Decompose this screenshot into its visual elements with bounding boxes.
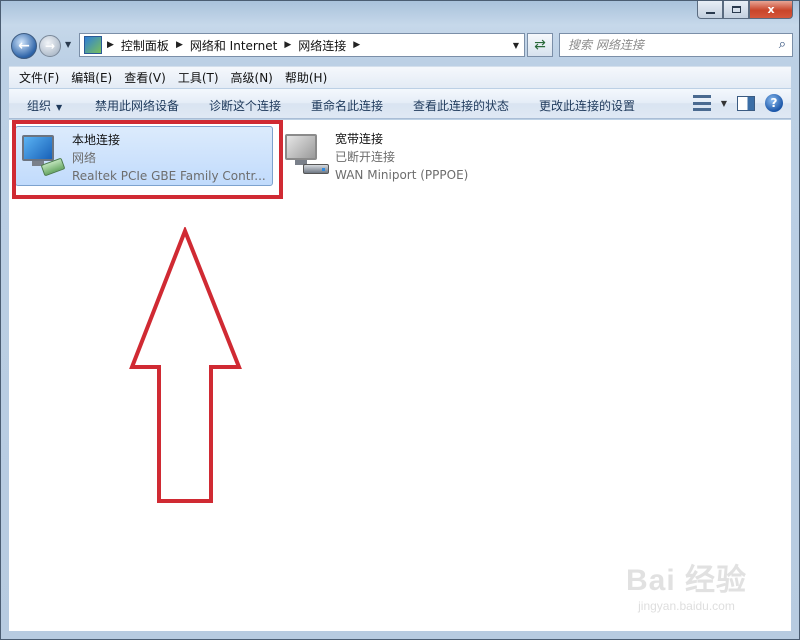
connection-item-broadband[interactable]: 宽带连接 已断开连接 WAN Miniport (PPPOE) (279, 126, 499, 186)
breadcrumb-control-panel[interactable]: 控制面板 (121, 37, 169, 54)
breadcrumb-network-connections[interactable]: 网络连接 (298, 37, 346, 54)
preview-pane-icon[interactable] (737, 95, 755, 111)
annotation-arrow-icon (129, 227, 242, 503)
minimize-icon (705, 11, 715, 14)
menu-bar: 文件(F) 编辑(E) 查看(V) 工具(T) 高级(N) 帮助(H) (9, 66, 791, 88)
chevron-right-icon[interactable]: ▶ (107, 40, 114, 50)
menu-help[interactable]: 帮助(H) (279, 69, 333, 86)
close-icon: x (767, 3, 775, 16)
modem-icon (303, 164, 329, 174)
search-icon[interactable]: ⌕ (779, 37, 786, 52)
caption-buttons: x (697, 1, 793, 19)
chevron-right-icon[interactable]: ▶ (284, 40, 291, 50)
menu-view[interactable]: 查看(V) (118, 69, 172, 86)
view-controls: ▼ ? (692, 94, 783, 112)
search-input[interactable] (568, 38, 768, 52)
chevron-down-icon[interactable]: ▼ (721, 99, 727, 108)
help-icon[interactable]: ? (765, 94, 783, 112)
change-settings-button[interactable]: 更改此连接的设置 (539, 97, 635, 114)
change-view-icon[interactable] (692, 95, 711, 111)
address-dropdown-button[interactable]: ▼ (508, 34, 524, 56)
explorer-window: x ← → ▼ ▶ 控制面板 ▶ 网络和 Internet ▶ 网络连接 ▶ ▼… (0, 0, 800, 640)
refresh-button[interactable]: ⇄ (527, 33, 553, 57)
search-box: ⌕ (559, 33, 793, 57)
recent-pages-dropdown[interactable]: ▼ (65, 40, 71, 49)
watermark: Bai 经验 jingyan.baidu.com (626, 555, 747, 613)
monitor-icon (285, 134, 317, 160)
connection-name: 宽带连接 (335, 132, 384, 146)
rename-connection-button[interactable]: 重命名此连接 (311, 97, 383, 114)
menu-file[interactable]: 文件(F) (13, 69, 65, 86)
annotation-highlight-box (12, 120, 283, 199)
chevron-down-icon: ▼ (56, 103, 63, 112)
breadcrumb: ▶ 控制面板 ▶ 网络和 Internet ▶ 网络连接 ▶ (107, 37, 367, 54)
view-status-button[interactable]: 查看此连接的状态 (413, 97, 509, 114)
organize-label: 组织 (27, 99, 52, 113)
menu-tools[interactable]: 工具(T) (172, 69, 225, 86)
refresh-icon: ⇄ (534, 37, 546, 53)
chevron-right-icon[interactable]: ▶ (353, 40, 360, 50)
back-button[interactable]: ← (11, 33, 37, 59)
control-panel-icon (84, 36, 102, 54)
connection-status: 已断开连接 (335, 150, 396, 164)
watermark-logo: Bai 经验 (625, 564, 747, 597)
watermark-url: jingyan.baidu.com (638, 599, 735, 613)
navigation-row: ← → ▼ ▶ 控制面板 ▶ 网络和 Internet ▶ 网络连接 ▶ ▼ ⇄… (9, 32, 793, 60)
forward-arrow-icon: → (44, 39, 56, 53)
organize-button[interactable]: 组织 ▼ (27, 97, 62, 114)
close-button[interactable]: x (749, 1, 793, 19)
broadband-adapter-icon (279, 126, 335, 186)
menu-advanced[interactable]: 高级(N) (225, 69, 279, 86)
forward-button[interactable]: → (39, 35, 61, 57)
address-bar[interactable]: ▶ 控制面板 ▶ 网络和 Internet ▶ 网络连接 ▶ ▼ (79, 33, 525, 57)
menu-edit[interactable]: 编辑(E) (65, 69, 118, 86)
minimize-button[interactable] (697, 1, 723, 19)
maximize-button[interactable] (723, 1, 749, 19)
connection-device: WAN Miniport (PPPOE) (335, 168, 469, 182)
command-bar: 组织 ▼ 禁用此网络设备 诊断这个连接 重命名此连接 查看此连接的状态 更改此连接… (9, 89, 791, 119)
back-arrow-icon: ← (18, 38, 30, 54)
maximize-icon (731, 6, 741, 13)
disable-device-button[interactable]: 禁用此网络设备 (95, 97, 179, 114)
breadcrumb-network-internet[interactable]: 网络和 Internet (190, 37, 277, 54)
diagnose-connection-button[interactable]: 诊断这个连接 (209, 97, 281, 114)
chevron-right-icon[interactable]: ▶ (176, 40, 183, 50)
